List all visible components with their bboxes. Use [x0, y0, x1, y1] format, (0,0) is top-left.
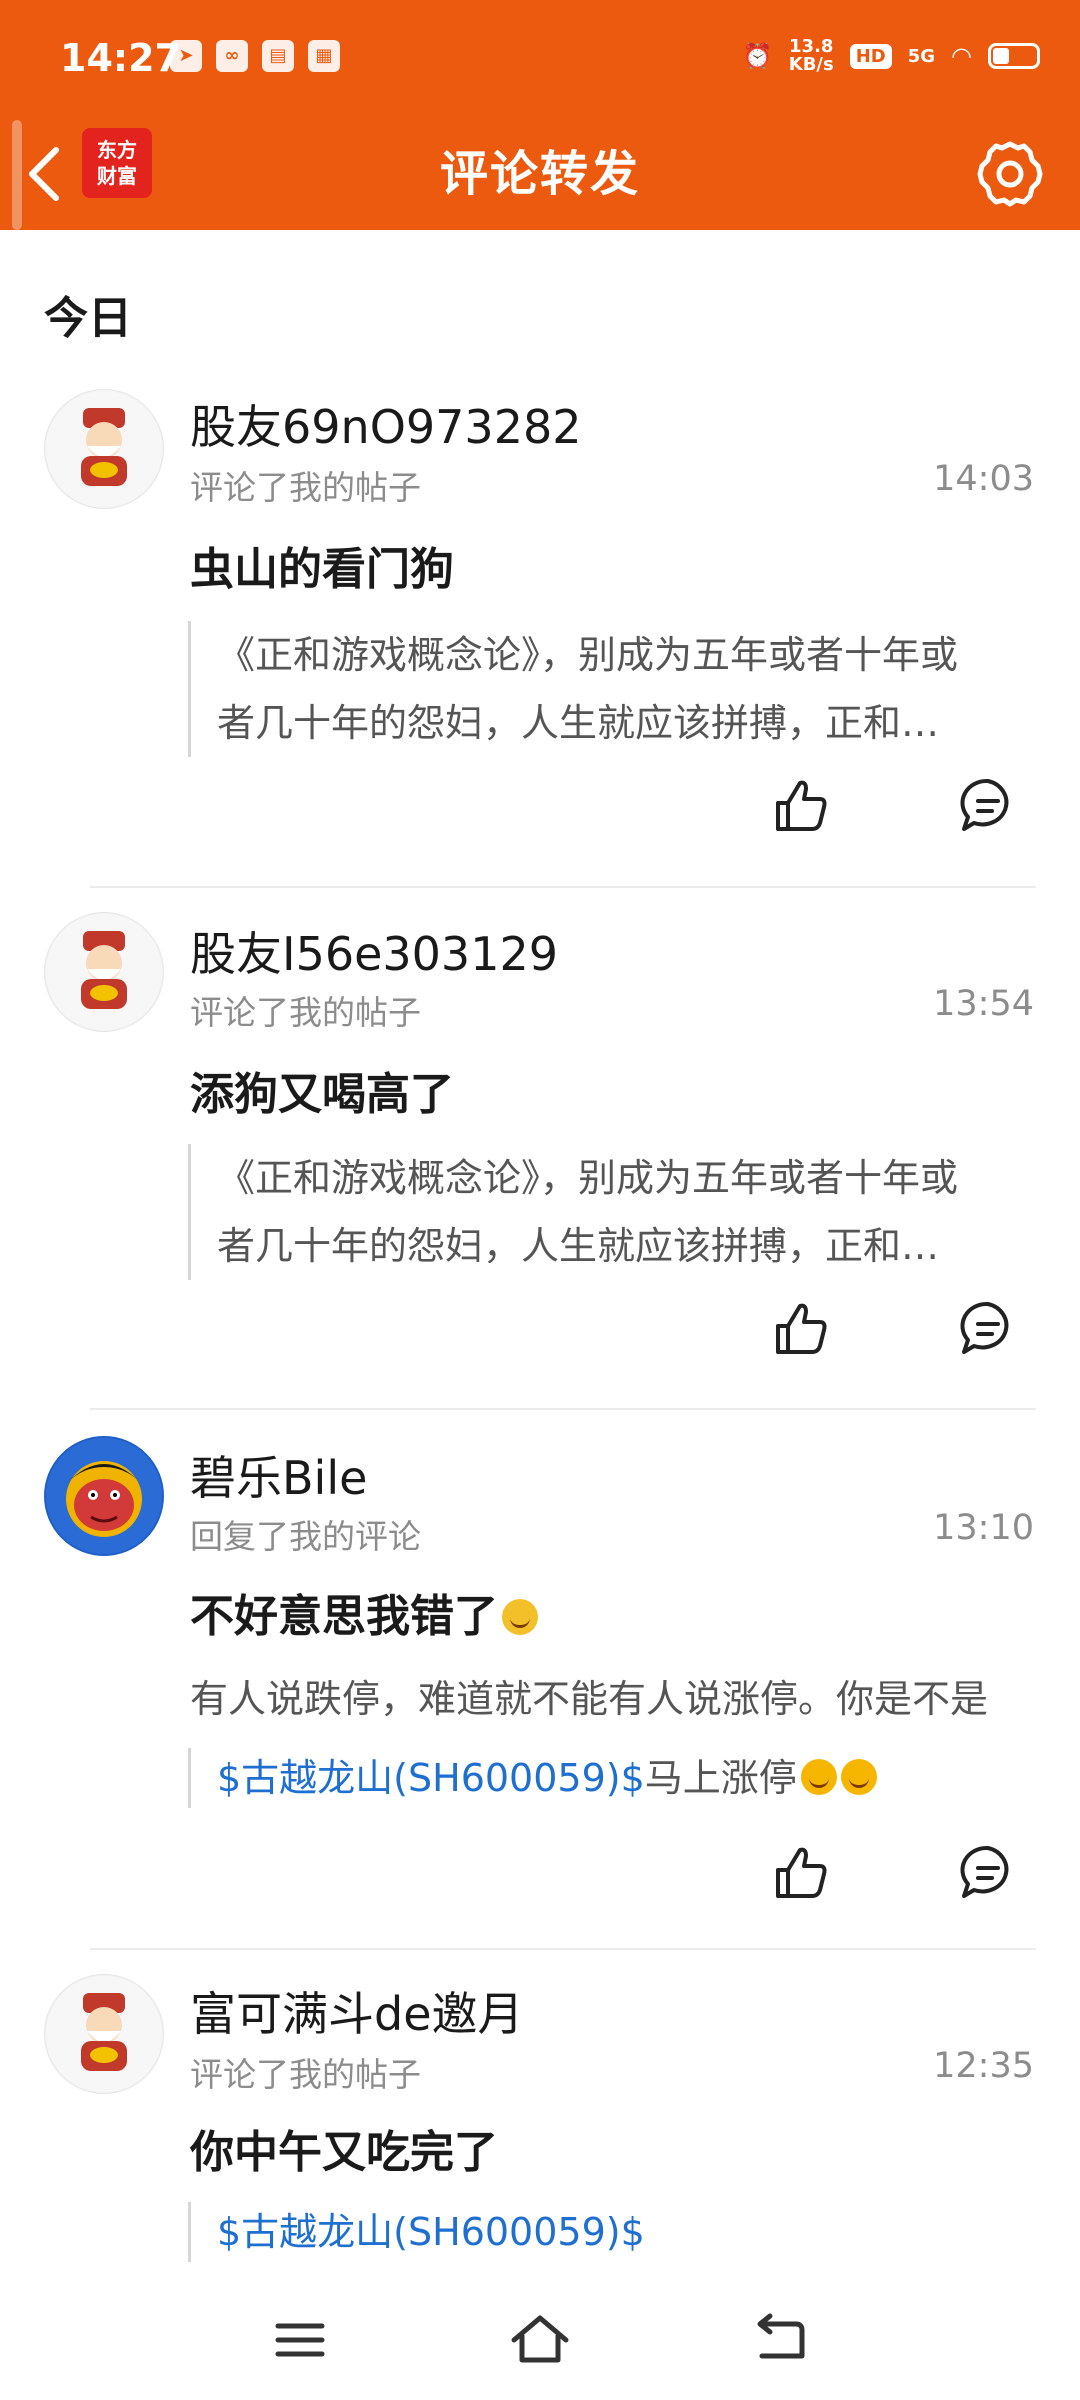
system-nav-bar: [0, 2280, 1080, 2400]
item-actions: [0, 1298, 1080, 1378]
edge-handle: [12, 120, 22, 230]
quoted-post[interactable]: $古越龙山(SH600059)$马上涨停: [188, 1748, 1036, 1808]
laughing-emoji-icon: [502, 1599, 538, 1635]
timestamp: 14:03: [933, 459, 1034, 499]
god-of-wealth-avatar-icon: [46, 914, 162, 1030]
action-text: 评论了我的帖子: [190, 2055, 421, 2094]
avatar[interactable]: [44, 1436, 164, 1556]
battery-icon: [988, 43, 1040, 69]
notification-item[interactable]: 股友69nO973282 评论了我的帖子 14:03 虫山的看门狗 《正和游戏概…: [0, 385, 1080, 885]
user-name[interactable]: 富可满斗de邀月: [190, 1978, 524, 2044]
comment-text: 你中午又吃完了: [190, 2127, 498, 2178]
notification-icons: ➤ ∞ ▤ ▦: [170, 40, 340, 72]
hd-badge: HD: [849, 43, 892, 69]
item-actions: [0, 1842, 1080, 1922]
smile-emoji-icon: [840, 1759, 877, 1795]
page-title: 评论转发: [439, 146, 640, 202]
net-speed: 13.8 KB/s: [788, 36, 834, 75]
quoted-post[interactable]: 《正和游戏概念论》，别成为五年或者十年或 者几十年的怨妇，人生就应该拼搏，正和…: [188, 1144, 1036, 1280]
user-name[interactable]: 股友I56e303129: [190, 918, 558, 984]
avatar[interactable]: [44, 912, 164, 1032]
timestamp: 13:10: [933, 1508, 1034, 1548]
app-logo: 东方 财富: [82, 128, 152, 198]
thumbs-up-icon[interactable]: [770, 1842, 830, 1902]
comment-text: 虫山的看门狗: [190, 544, 454, 595]
comment-text: 不好意思我错了: [190, 1580, 538, 1644]
signal-icon: 5G: [907, 45, 936, 67]
comment-icon[interactable]: [958, 1298, 1018, 1358]
thumbs-up-icon[interactable]: [770, 775, 830, 835]
app-icon: ∞: [216, 40, 248, 72]
comment-icon[interactable]: [958, 1842, 1018, 1902]
quoted-post[interactable]: $古越龙山(SH600059)$: [188, 2202, 1036, 2262]
back-nav-icon[interactable]: [748, 2310, 812, 2370]
action-text: 评论了我的帖子: [190, 993, 421, 1032]
news-icon: ▤: [262, 40, 294, 72]
shop-icon: ▦: [308, 40, 340, 72]
avatar[interactable]: [44, 389, 164, 509]
thumbs-up-icon[interactable]: [770, 1298, 830, 1358]
item-actions: [0, 775, 1080, 855]
avatar[interactable]: [44, 1974, 164, 2094]
divider: [90, 886, 1036, 888]
action-text: 评论了我的帖子: [190, 468, 421, 507]
user-name[interactable]: 股友69nO973282: [190, 391, 582, 457]
nav-bar: 评论转发: [0, 118, 1080, 230]
status-bar: 14:27 ➤ ∞ ▤ ▦ ⏰ 13.8 KB/s HD 5G ◠: [0, 0, 1080, 118]
comment-text: 添狗又喝高了: [190, 1069, 454, 1120]
notification-item[interactable]: 富可满斗de邀月 评论了我的帖子 12:35 你中午又吃完了 $古越龙山(SH6…: [0, 1970, 1080, 2280]
notification-item[interactable]: 碧乐Bile 回复了我的评论 13:10 不好意思我错了 有人说跌停，难道就不能…: [0, 1432, 1080, 1932]
wifi-icon: ◠: [951, 42, 972, 70]
status-right: ⏰ 13.8 KB/s HD 5G ◠: [743, 38, 1040, 74]
status-time: 14:27: [60, 36, 181, 80]
timestamp: 13:54: [933, 984, 1034, 1024]
gear-icon[interactable]: [974, 138, 1046, 210]
stock-link[interactable]: $古越龙山(SH600059)$: [217, 1756, 645, 1800]
smile-emoji-icon: [800, 1759, 837, 1795]
god-of-wealth-avatar-icon: [46, 1976, 162, 2092]
timestamp: 12:35: [933, 2046, 1034, 2086]
quoted-post[interactable]: 《正和游戏概念论》，别成为五年或者十年或 者几十年的怨妇，人生就应该拼搏，正和…: [188, 621, 1036, 757]
home-icon[interactable]: [508, 2310, 572, 2370]
user-name[interactable]: 碧乐Bile: [190, 1442, 367, 1508]
divider: [90, 1408, 1036, 1410]
comment-icon[interactable]: [958, 775, 1018, 835]
cartoon-avatar-icon: [46, 1438, 162, 1554]
telegram-icon: ➤: [170, 40, 202, 72]
god-of-wealth-avatar-icon: [46, 391, 162, 507]
original-comment[interactable]: 有人说跌停，难道就不能有人说涨停。你是不是: [190, 1668, 1036, 1723]
header-bar: 14:27 ➤ ∞ ▤ ▦ ⏰ 13.8 KB/s HD 5G ◠ 评论转发 东…: [0, 0, 1080, 230]
menu-icon[interactable]: [268, 2310, 332, 2370]
action-text: 回复了我的评论: [190, 1517, 421, 1556]
divider: [90, 1948, 1036, 1950]
section-title-today: 今日: [44, 293, 132, 344]
alarm-icon: ⏰: [742, 42, 773, 70]
notification-item[interactable]: 股友I56e303129 评论了我的帖子 13:54 添狗又喝高了 《正和游戏概…: [0, 908, 1080, 1408]
stock-link[interactable]: $古越龙山(SH600059)$: [217, 2210, 645, 2254]
